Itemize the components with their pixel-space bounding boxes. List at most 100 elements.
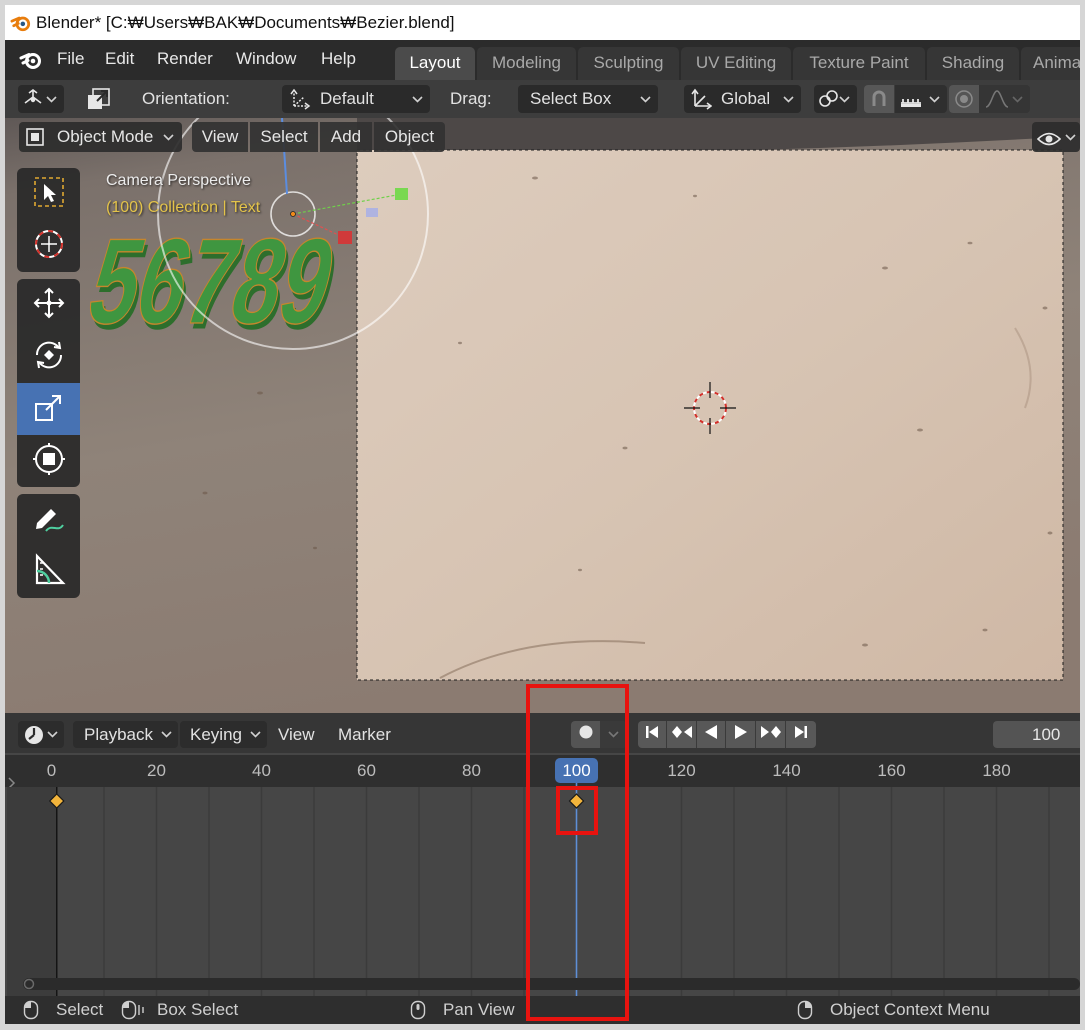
tool-settings-bar: Orientation: Default Drag: Select Box Gl… <box>5 80 1080 118</box>
top-bar: File Edit Render Window Help Layout Mode… <box>5 40 1080 80</box>
timeline-menu-view[interactable]: View <box>278 725 315 745</box>
play-icon <box>733 724 749 745</box>
chevron-down-icon <box>1012 96 1023 103</box>
gizmo-y-handle[interactable] <box>395 188 408 200</box>
viewport-menu-select[interactable]: Select <box>250 122 318 152</box>
object-mode-dropdown[interactable]: Object Mode <box>19 122 182 152</box>
transform-pivot-link-dropdown[interactable] <box>814 85 857 113</box>
ruler-label: 160 <box>877 761 905 780</box>
chevron-down-icon <box>783 96 794 103</box>
toolbar-annotate-group <box>17 494 80 598</box>
annotation-highlight-current-frame <box>526 684 629 1021</box>
proportional-circle-icon <box>954 89 974 114</box>
affect-scale-icon[interactable] <box>85 85 113 118</box>
orientation-value: Default <box>320 89 374 108</box>
chevron-down-icon <box>47 731 58 738</box>
jump-to-end-button[interactable] <box>787 721 816 748</box>
chevron-down-icon <box>412 96 423 103</box>
timeline-menu-marker[interactable]: Marker <box>338 725 391 745</box>
tab-shading[interactable]: Shading <box>927 47 1019 80</box>
tool-move[interactable] <box>17 279 80 331</box>
tool-cursor[interactable] <box>17 220 80 272</box>
camera-view-area <box>357 150 1063 680</box>
ruler-label: 20 <box>147 761 166 780</box>
view-name-overlay: Camera Perspective <box>106 172 251 189</box>
viewport-menu-add[interactable]: Add <box>320 122 372 152</box>
tab-sculpting[interactable]: Sculpting <box>578 47 679 80</box>
playback-dropdown[interactable]: Playback <box>73 721 178 748</box>
snap-toggle[interactable] <box>864 85 894 113</box>
tool-measure[interactable] <box>17 546 80 598</box>
next-keyframe-button[interactable] <box>757 721 786 748</box>
ruler-label: 40 <box>252 761 271 780</box>
toolbar-select-group <box>17 168 80 272</box>
jump-to-start-button[interactable] <box>638 721 667 748</box>
menu-window[interactable]: Window <box>236 49 296 69</box>
keyframes[interactable]: 100 <box>48 758 598 996</box>
rotate-icon <box>32 338 66 377</box>
visibility-dropdown[interactable] <box>1032 122 1080 152</box>
tab-texture-paint[interactable]: Texture Paint <box>793 47 925 80</box>
prev-keyframe-button[interactable] <box>668 721 697 748</box>
move-icon <box>32 286 66 325</box>
ruler-label: 80 <box>462 761 481 780</box>
falloff-curve-icon <box>985 89 1009 113</box>
magnet-icon <box>868 88 890 115</box>
tool-rotate[interactable] <box>17 331 80 383</box>
mouse-right-icon <box>797 1000 813 1024</box>
gizmo-x-handle[interactable] <box>338 231 352 244</box>
play-button[interactable] <box>727 721 757 748</box>
proportional-falloff-dropdown[interactable] <box>979 85 1030 113</box>
ruler-label: 120 <box>667 761 695 780</box>
status-box-select: Box Select <box>157 1000 239 1019</box>
transform-orientation-dropdown[interactable]: Global <box>684 85 801 113</box>
status-pan-view: Pan View <box>443 1000 515 1019</box>
transform-icon <box>32 442 66 481</box>
tab-layout[interactable]: Layout <box>395 47 475 80</box>
drag-label: Drag: <box>450 89 492 108</box>
object-mode-value: Object Mode <box>57 127 154 146</box>
tool-annotate[interactable] <box>17 494 80 546</box>
annotation-highlight-keyframe <box>556 786 598 835</box>
orientation-dropdown[interactable]: Default <box>282 85 430 113</box>
drag-dropdown[interactable]: Select Box <box>518 85 658 113</box>
menu-file[interactable]: File <box>57 49 84 69</box>
blender-menu-icon[interactable] <box>19 49 43 76</box>
chevron-down-icon <box>250 731 261 738</box>
menu-edit[interactable]: Edit <box>105 49 134 69</box>
tool-scale[interactable] <box>17 383 80 435</box>
text-object[interactable]: 56789 56789 <box>75 213 352 355</box>
play-reverse-icon <box>703 724 719 745</box>
3d-viewport[interactable]: 56789 56789 Object Mode View Select Add … <box>5 118 1080 713</box>
mouse-middle-icon <box>410 1000 426 1024</box>
playback-controls <box>638 721 816 748</box>
pivot-dropdown[interactable] <box>18 85 64 113</box>
tab-modeling[interactable]: Modeling <box>477 47 576 80</box>
chevron-down-icon <box>1065 134 1076 141</box>
object-origin-dot <box>290 211 296 217</box>
drag-value: Select Box <box>530 89 612 108</box>
gizmo-plane-handle[interactable] <box>366 208 378 217</box>
orientation-label: Orientation: <box>142 89 230 108</box>
screenshot-root: Blender* [C:₩Users₩BAK₩Documents₩Bezier.… <box>0 0 1085 1030</box>
viewport-menu-view[interactable]: View <box>192 122 248 152</box>
orientation-axes-icon <box>289 88 311 113</box>
tool-select-box[interactable] <box>17 168 80 220</box>
menu-help[interactable]: Help <box>321 49 356 69</box>
blender-logo-icon <box>10 13 32 38</box>
tool-transform[interactable] <box>17 435 80 487</box>
toolbar-transform-group <box>17 279 80 487</box>
tab-uv-editing[interactable]: UV Editing <box>681 47 791 80</box>
proportional-editing-toggle[interactable] <box>949 85 979 113</box>
viewport-menu-object[interactable]: Object <box>374 122 445 152</box>
snap-target-dropdown[interactable] <box>895 85 947 113</box>
play-reverse-button[interactable] <box>697 721 727 748</box>
chevron-down-icon <box>163 134 174 141</box>
tab-animation[interactable]: Anima <box>1021 47 1080 80</box>
editor-type-dropdown[interactable] <box>18 721 64 748</box>
keying-dropdown[interactable]: Keying <box>180 721 267 748</box>
window-title: Blender* [C:₩Users₩BAK₩Documents₩Bezier.… <box>36 13 455 32</box>
menu-render[interactable]: Render <box>157 49 213 69</box>
current-frame-field[interactable]: 100 <box>993 721 1080 748</box>
chevron-down-icon <box>46 96 57 103</box>
